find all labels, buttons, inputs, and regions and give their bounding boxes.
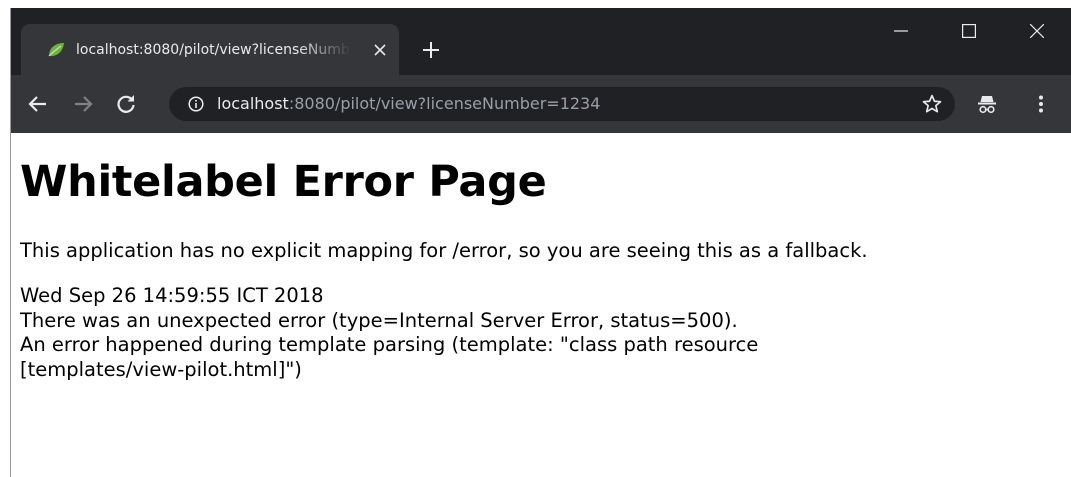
page-title: Whitelabel Error Page — [20, 157, 547, 207]
back-arrow-icon[interactable] — [26, 92, 50, 116]
spring-leaf-icon — [48, 43, 64, 57]
close-window-button[interactable] — [1003, 8, 1071, 54]
browser-tab[interactable]: localhost:8080/pilot/view?licenseNumber=… — [21, 24, 399, 75]
error-detail-line: An error happened during template parsin… — [20, 333, 759, 356]
error-detail-line: [templates/view-pilot.html]") — [20, 357, 302, 381]
url-path: :8080/pilot/view?licenseNumber=1234 — [288, 94, 601, 113]
close-icon — [1030, 24, 1044, 38]
minimize-button[interactable] — [867, 8, 935, 54]
browser-toolbar: localhost:8080/pilot/view?licenseNumber=… — [11, 75, 1071, 133]
tab-strip: localhost:8080/pilot/view?licenseNumber=… — [11, 8, 1071, 75]
forward-arrow-icon[interactable] — [71, 92, 95, 116]
new-tab-icon[interactable] — [419, 38, 443, 62]
reload-icon[interactable] — [114, 92, 138, 116]
error-details: Wed Sep 26 14:59:55 ICT 2018 There was a… — [20, 284, 1071, 382]
info-icon[interactable] — [188, 96, 204, 112]
maximize-icon — [962, 24, 976, 38]
tab-close-icon[interactable] — [371, 41, 389, 59]
browser-window: localhost:8080/pilot/view?licenseNumber=… — [10, 8, 1071, 477]
page-content: Whitelabel Error Page This application h… — [11, 133, 1071, 382]
minimize-icon — [894, 30, 908, 32]
more-menu-icon[interactable] — [1029, 92, 1053, 116]
error-status: There was an unexpected error (type=Inte… — [20, 308, 738, 332]
url-text[interactable]: localhost:8080/pilot/view?licenseNumber=… — [217, 94, 600, 114]
error-timestamp: Wed Sep 26 14:59:55 ICT 2018 — [20, 284, 324, 307]
error-message: This application has no explicit mapping… — [20, 239, 868, 262]
bookmark-star-icon[interactable] — [921, 93, 943, 115]
url-host: localhost — [217, 94, 289, 113]
tab-title: localhost:8080/pilot/view?licenseNumber=… — [76, 42, 351, 58]
address-bar[interactable]: localhost:8080/pilot/view?licenseNumber=… — [169, 87, 955, 121]
incognito-icon[interactable] — [975, 92, 999, 116]
maximize-button[interactable] — [935, 8, 1003, 54]
